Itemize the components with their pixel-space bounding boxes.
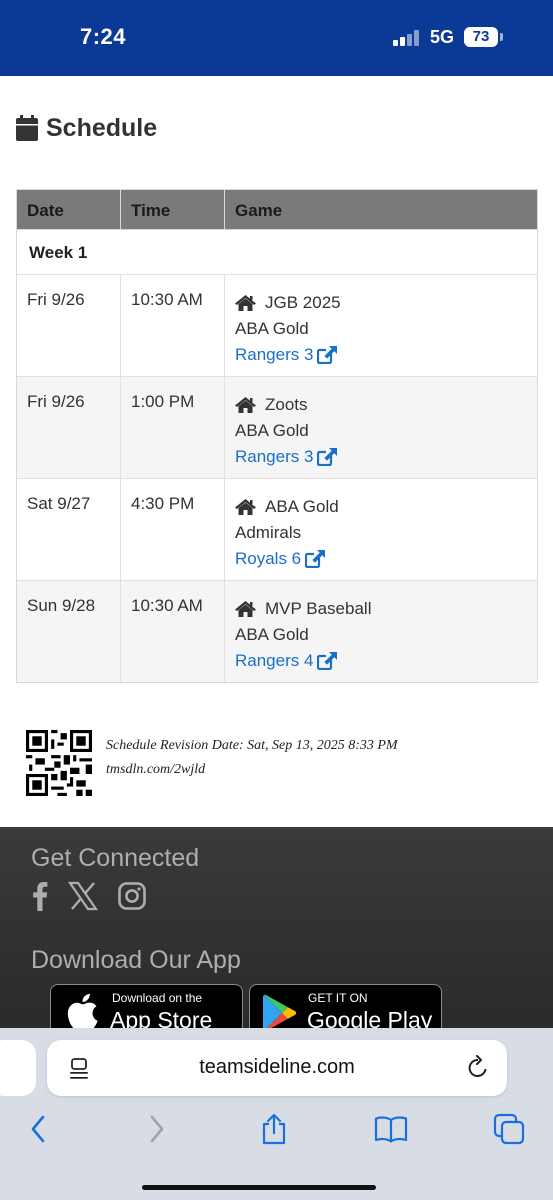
game-result-link[interactable]: Rangers 3	[235, 447, 338, 467]
away-team: ABA Gold	[235, 319, 309, 338]
game-cell: ABA Gold Admirals Royals 6	[225, 479, 537, 580]
game-date: Sat 9/27	[17, 479, 121, 580]
facebook-icon[interactable]	[32, 881, 48, 911]
home-icon	[235, 499, 256, 515]
home-team: ABA Gold	[265, 497, 339, 516]
game-result[interactable]: Rangers 3	[235, 345, 313, 365]
home-icon	[235, 295, 256, 311]
back-icon[interactable]	[30, 1115, 46, 1143]
game-date: Fri 9/26	[17, 377, 121, 478]
back-button[interactable]	[18, 1112, 58, 1146]
game-result[interactable]: Royals 6	[235, 549, 301, 569]
home-icon	[235, 601, 256, 617]
url-text[interactable]: teamsideline.com	[47, 1056, 507, 1079]
revision-date: Schedule Revision Date: Sat, Sep 13, 202…	[106, 738, 398, 753]
app-store-small: Download on the	[112, 991, 203, 1005]
battery-icon: 73	[464, 27, 498, 47]
home-team: Zoots	[265, 395, 308, 414]
game-result[interactable]: Rangers 4	[235, 651, 313, 671]
table-header: Date Time Game	[17, 190, 537, 229]
home-indicator	[142, 1185, 376, 1190]
get-connected-heading: Get Connected	[31, 844, 200, 872]
game-cell: MVP Baseball ABA Gold Rangers 4	[225, 581, 537, 682]
page-heading: Schedule	[16, 110, 157, 146]
revision-short-url[interactable]: tmsdln.com/2wjld	[106, 758, 398, 782]
away-team: Admirals	[235, 523, 302, 542]
tabs-button[interactable]	[489, 1112, 529, 1146]
away-team: ABA Gold	[235, 625, 309, 644]
browser-chrome: teamsideline.com	[0, 1028, 553, 1200]
network-label: 5G	[430, 27, 455, 47]
game-cell: Zoots ABA Gold Rangers 3	[225, 377, 537, 478]
table-row: Fri 9/26 10:30 AM JGB 2025 ABA Gold Rang…	[17, 274, 537, 376]
qr-code	[26, 730, 92, 796]
site-footer: Get Connected Download Our App Download …	[0, 827, 553, 1037]
game-result-link[interactable]: Rangers 4	[235, 651, 338, 671]
apple-icon	[67, 993, 98, 1031]
home-team: JGB 2025	[265, 293, 341, 312]
google-play-small: GET IT ON	[308, 991, 368, 1005]
header-date: Date	[17, 190, 121, 229]
calendar-icon	[16, 115, 38, 141]
table-row: Sun 9/28 10:30 AM MVP Baseball ABA Gold …	[17, 580, 537, 682]
x-icon[interactable]	[68, 881, 98, 911]
social-links	[32, 881, 166, 911]
game-time: 10:30 AM	[121, 275, 225, 376]
page-title: Schedule	[46, 113, 158, 142]
external-link-icon[interactable]	[317, 448, 338, 466]
battery-nub	[500, 33, 503, 41]
status-time: 7:24	[80, 24, 127, 49]
status-bar: 7:24 5G 73	[0, 0, 553, 76]
external-link-icon[interactable]	[305, 550, 326, 568]
signal-icon	[393, 30, 421, 46]
game-date: Fri 9/26	[17, 275, 121, 376]
reload-icon[interactable]	[466, 1055, 490, 1081]
tabs-icon[interactable]	[493, 1113, 525, 1145]
external-link-icon[interactable]	[317, 652, 338, 670]
google-play-button[interactable]: GET IT ON Google Play	[249, 984, 442, 1034]
revision-info: Schedule Revision Date: Sat, Sep 13, 202…	[106, 734, 398, 782]
game-date: Sun 9/28	[17, 581, 121, 682]
previous-tab-preview[interactable]	[0, 1040, 36, 1096]
home-team: MVP Baseball	[265, 599, 372, 618]
book-icon[interactable]	[374, 1115, 408, 1143]
forward-button[interactable]	[137, 1112, 177, 1146]
google-play-icon	[263, 994, 297, 1032]
table-row: Sat 9/27 4:30 PM ABA Gold Admirals Royal…	[17, 478, 537, 580]
share-button[interactable]	[254, 1112, 294, 1146]
week-label: Week 1	[17, 229, 537, 274]
header-time: Time	[121, 190, 225, 229]
game-result-link[interactable]: Rangers 3	[235, 345, 338, 365]
download-app-heading: Download Our App	[31, 946, 241, 974]
game-time: 4:30 PM	[121, 479, 225, 580]
address-bar[interactable]: teamsideline.com	[47, 1040, 507, 1096]
home-icon	[235, 397, 256, 413]
instagram-icon[interactable]	[118, 882, 146, 910]
bookmarks-button[interactable]	[371, 1112, 411, 1146]
game-time: 1:00 PM	[121, 377, 225, 478]
header-game: Game	[235, 201, 283, 220]
schedule-table: Date Time Game Week 1 Fri 9/26 10:30 AM …	[16, 189, 538, 683]
game-result[interactable]: Rangers 3	[235, 447, 313, 467]
table-row: Fri 9/26 1:00 PM Zoots ABA Gold Rangers …	[17, 376, 537, 478]
share-icon[interactable]	[259, 1113, 289, 1145]
game-result-link[interactable]: Royals 6	[235, 549, 326, 569]
away-team: ABA Gold	[235, 421, 309, 440]
game-time: 10:30 AM	[121, 581, 225, 682]
app-store-button[interactable]: Download on the App Store	[50, 984, 243, 1034]
external-link-icon[interactable]	[317, 346, 338, 364]
forward-icon[interactable]	[149, 1115, 165, 1143]
game-cell: JGB 2025 ABA Gold Rangers 3	[225, 275, 537, 376]
